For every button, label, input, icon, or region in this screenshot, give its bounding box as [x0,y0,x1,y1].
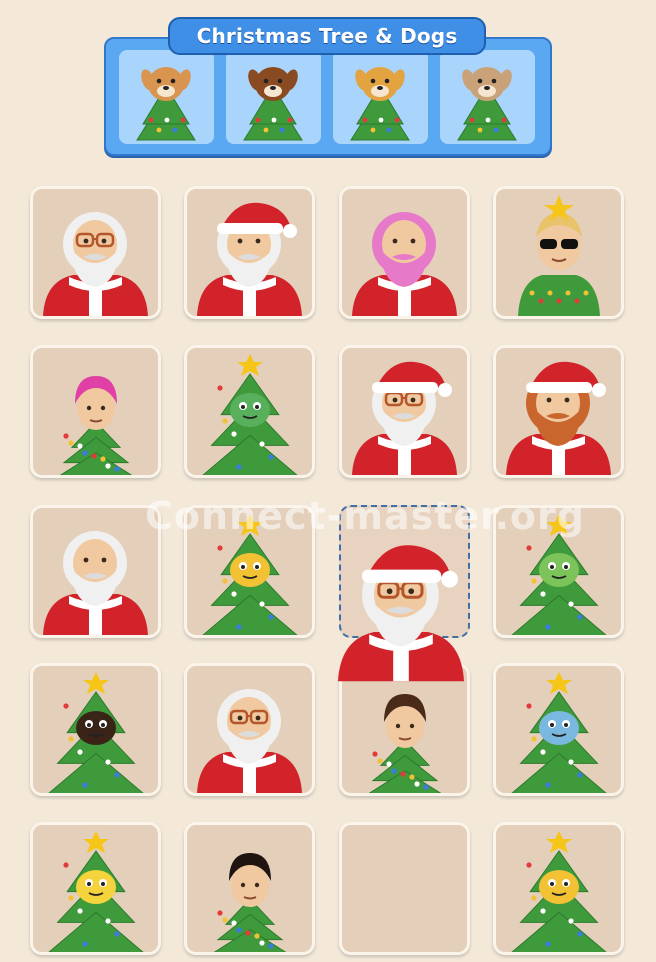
pink-hair-santa-icon [342,189,467,316]
tile[interactable] [493,663,624,796]
long-hair-santa-icon [33,508,158,635]
bird-tree-icon [496,666,621,793]
curly-hair-kid-tree-icon [187,825,312,952]
tile[interactable] [30,663,161,796]
santa-glasses-beard-icon [187,666,312,793]
tile[interactable] [30,186,161,319]
frog-tree-icon [496,508,621,635]
tile[interactable] [339,345,470,478]
tile[interactable] [184,822,315,955]
ginger-santa-icon [496,348,621,475]
tile[interactable] [30,345,161,478]
star-sunglasses-kid-icon [496,189,621,316]
tile[interactable] [184,663,315,796]
tile[interactable] [184,345,315,478]
dragged-piece[interactable] [326,510,476,700]
corgi-tree-icon [119,50,214,144]
brown-dog-tree-icon [226,50,321,144]
santa-hat-mustache-icon [187,189,312,316]
bee-tree-icon [187,508,312,635]
category-slot [226,50,321,144]
ant-santa-hat-tree-icon [33,666,158,793]
golden-retriever-tree-icon [333,50,428,144]
dinosaur-tree-icon [187,348,312,475]
bee-ornament-tree-icon [496,825,621,952]
tile[interactable] [493,345,624,478]
category-title: Christmas Tree & Dogs [168,17,486,55]
pink-hair-tree-person-icon [33,348,158,475]
category-slot [440,50,535,144]
tile[interactable] [184,505,315,638]
tile[interactable] [493,505,624,638]
tile[interactable] [339,186,470,319]
tile[interactable] [493,186,624,319]
pug-tree-icon [440,50,535,144]
dragged-santa-glasses-icon [326,510,476,700]
tile[interactable] [30,822,161,955]
empty-tile[interactable] [339,822,470,955]
santa-hat-glasses-icon [342,348,467,475]
chick-tree-icon [33,825,158,952]
tile[interactable] [184,186,315,319]
tile[interactable] [30,505,161,638]
tile[interactable] [493,822,624,955]
santa-glasses-icon [33,189,158,316]
category-slot [119,50,214,144]
category-slot [333,50,428,144]
